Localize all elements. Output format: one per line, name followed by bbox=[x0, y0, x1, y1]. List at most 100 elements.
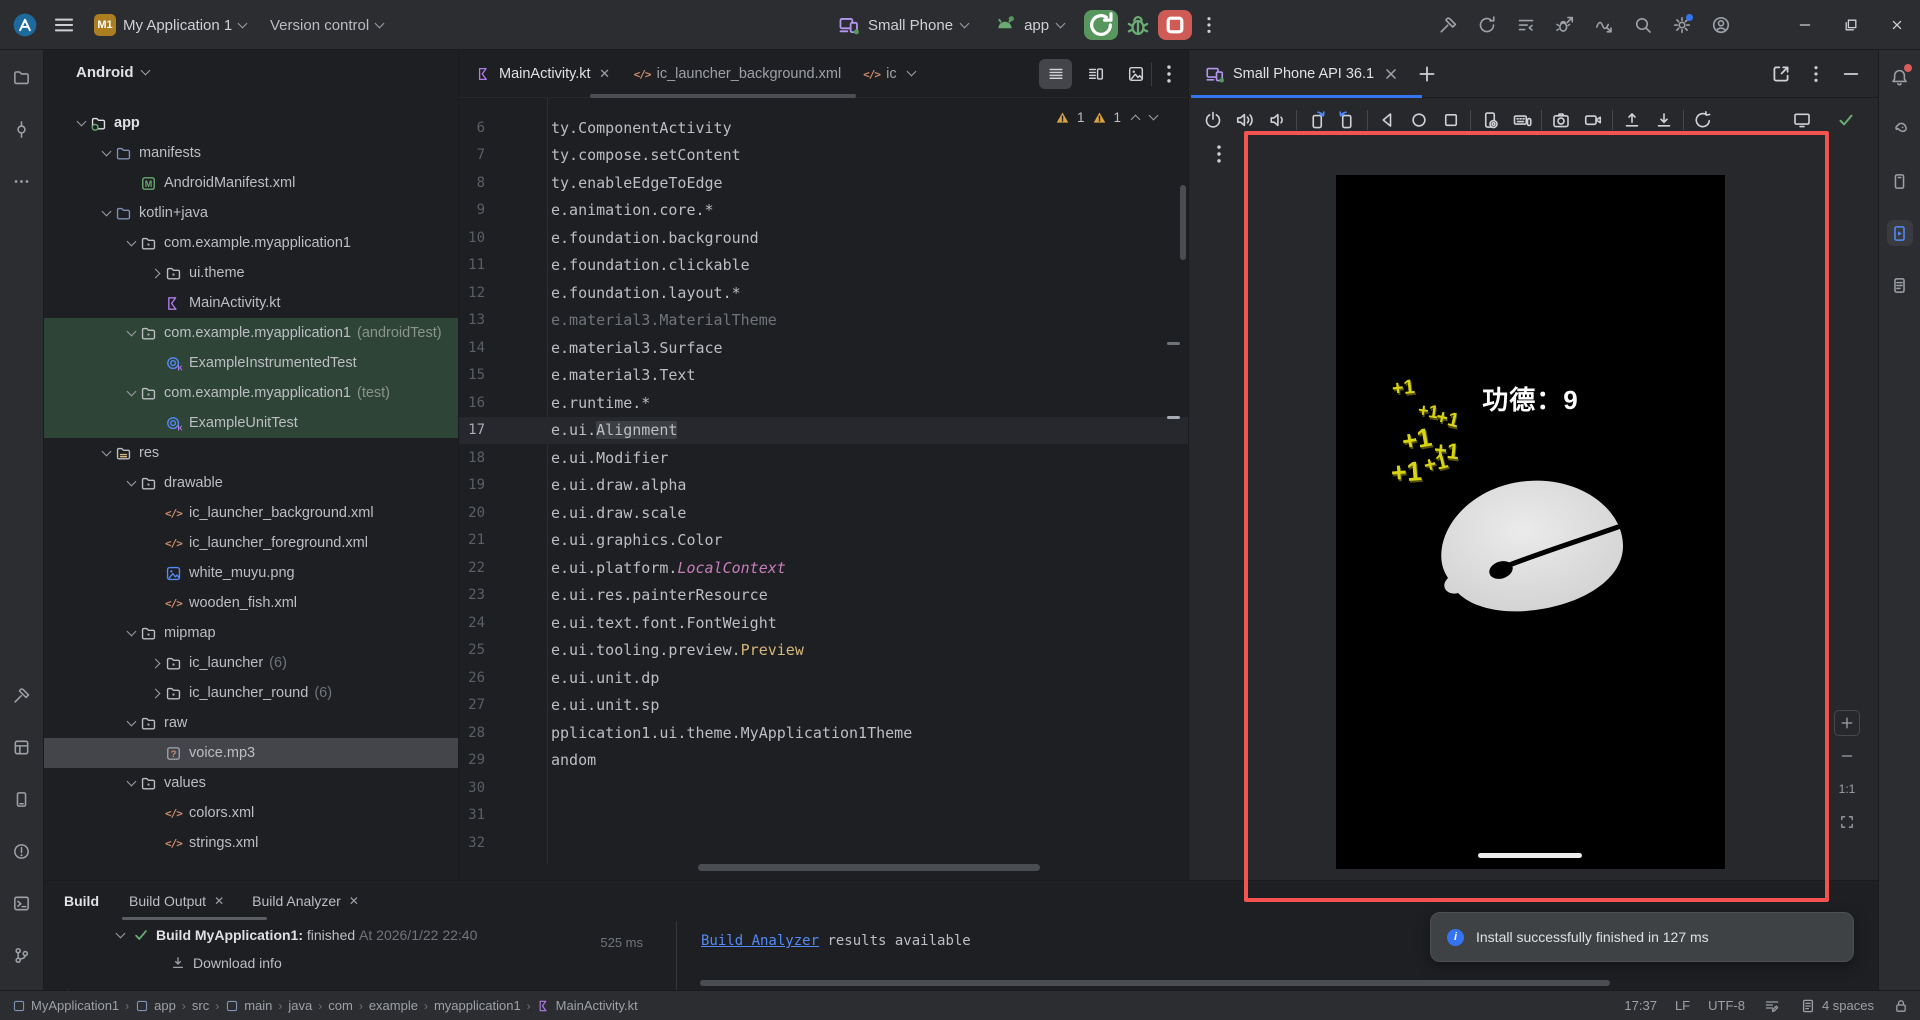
chevron-down-icon[interactable] bbox=[126, 236, 136, 246]
tab-build-output[interactable]: Build Output ✕ bbox=[115, 881, 238, 921]
code-line-19[interactable]: 19e.ui.draw.alpha bbox=[459, 472, 1188, 500]
breadcrumb-mainactivity-kt[interactable]: MainActivity.kt bbox=[537, 998, 638, 1013]
editor-tab-ic-launcher-background-xml[interactable]: </>ic_launcher_background.xml bbox=[623, 50, 853, 97]
code-line-25[interactable]: 25e.ui.tooling.preview.Preview bbox=[459, 637, 1188, 665]
code-line-16[interactable]: 16e.runtime.* bbox=[459, 389, 1188, 417]
chevron-down-icon[interactable] bbox=[126, 626, 136, 636]
chevron-down-icon[interactable] bbox=[101, 446, 111, 456]
main-menu-button[interactable] bbox=[52, 13, 76, 37]
code-line-17[interactable]: 17e.ui.Alignment bbox=[459, 417, 1188, 445]
tree-item-manifests[interactable]: manifests bbox=[44, 138, 458, 168]
todo-list-icon[interactable] bbox=[1511, 10, 1541, 40]
code-line-21[interactable]: 21e.ui.graphics.Color bbox=[459, 527, 1188, 555]
pull-file-icon[interactable] bbox=[1648, 104, 1680, 136]
code-line-12[interactable]: 12e.foundation.layout.* bbox=[459, 279, 1188, 307]
wooden-fish-image[interactable] bbox=[1428, 475, 1628, 615]
device-selector[interactable]: Small Phone bbox=[868, 17, 953, 34]
indent-size[interactable]: 4 spaces bbox=[1799, 997, 1874, 1015]
code-line-31[interactable]: 31 bbox=[459, 802, 1188, 830]
close-icon[interactable]: ✕ bbox=[598, 66, 612, 82]
close-device-tab-button[interactable] bbox=[1382, 65, 1400, 83]
tree-item-ic-launcher-background-xml[interactable]: </>ic_launcher_background.xml bbox=[44, 498, 458, 528]
tree-item-voice-mp3[interactable]: ?voice.mp3 bbox=[44, 738, 458, 768]
code-line-13[interactable]: 13e.material3.MaterialTheme bbox=[459, 307, 1188, 335]
chevron-down-icon[interactable] bbox=[126, 716, 136, 726]
editor-tab-mainactivity-kt[interactable]: MainActivity.kt✕ bbox=[465, 50, 623, 97]
volume-up-icon[interactable] bbox=[1229, 104, 1261, 136]
code-line-14[interactable]: 14e.material3.Surface bbox=[459, 334, 1188, 362]
snapshots-icon[interactable] bbox=[1474, 104, 1506, 136]
device-screen[interactable]: 功德：9 +1+1+1+1+1+1+1 bbox=[1336, 175, 1725, 869]
overview-icon[interactable] bbox=[1435, 104, 1467, 136]
readonly-lock-icon[interactable] bbox=[1892, 997, 1910, 1015]
build-result-row[interactable]: Build MyApplication1: finished At 2026/1… bbox=[44, 921, 676, 949]
split-view-button[interactable] bbox=[1079, 59, 1112, 89]
build-analyzer-link[interactable]: Build Analyzer bbox=[701, 933, 819, 949]
code-line-27[interactable]: 27e.ui.unit.sp bbox=[459, 692, 1188, 720]
code-line-30[interactable]: 30 bbox=[459, 774, 1188, 802]
rotate-left-icon[interactable] bbox=[1300, 104, 1332, 136]
code-line-10[interactable]: 10e.foundation.background bbox=[459, 224, 1188, 252]
tree-item-drawable[interactable]: drawable bbox=[44, 468, 458, 498]
project-view-selector[interactable]: Android bbox=[44, 50, 458, 94]
code-view-button[interactable] bbox=[1039, 59, 1072, 89]
tree-item-com-example-myapplication1[interactable]: com.example.myapplication1(androidTest) bbox=[44, 318, 458, 348]
tree-item-ic-launcher-round[interactable]: ic_launcher_round(6) bbox=[44, 678, 458, 708]
code-line-22[interactable]: 22e.ui.platform.LocalContext bbox=[459, 554, 1188, 582]
push-file-icon[interactable] bbox=[1616, 104, 1648, 136]
problems-icon[interactable] bbox=[9, 838, 35, 864]
tree-item-com-example-myapplication1[interactable]: com.example.myapplication1 bbox=[44, 228, 458, 258]
device-explorer-icon[interactable] bbox=[1887, 272, 1913, 298]
breadcrumb-java[interactable]: java bbox=[288, 998, 312, 1013]
zoom-out-button[interactable] bbox=[1834, 743, 1860, 769]
tree-item-exampleinstrumentedtest[interactable]: KExampleInstrumentedTest bbox=[44, 348, 458, 378]
breadcrumb-com[interactable]: com bbox=[328, 998, 353, 1013]
running-devices-icon[interactable] bbox=[1887, 220, 1913, 246]
breadcrumb-app[interactable]: app bbox=[135, 998, 176, 1013]
open-in-new-window-button[interactable] bbox=[1770, 63, 1792, 85]
breadcrumb-myapplication1[interactable]: myapplication1 bbox=[434, 998, 521, 1013]
tab-build-analyzer[interactable]: Build Analyzer ✕ bbox=[238, 881, 373, 921]
stop-button[interactable] bbox=[1158, 10, 1192, 40]
volume-down-icon[interactable] bbox=[1261, 104, 1293, 136]
tree-item-ic-launcher-foreground-xml[interactable]: </>ic_launcher_foreground.xml bbox=[44, 528, 458, 558]
close-window-button[interactable] bbox=[1874, 0, 1920, 50]
more-run-options-button[interactable] bbox=[1198, 14, 1220, 36]
tree-item-exampleunittest[interactable]: KExampleUnitTest bbox=[44, 408, 458, 438]
breadcrumb-src[interactable]: src bbox=[192, 998, 209, 1013]
fit-to-window-button[interactable] bbox=[1834, 809, 1860, 835]
chevron-right-icon[interactable] bbox=[150, 688, 160, 698]
screenshot-icon[interactable] bbox=[1545, 104, 1577, 136]
code-line-9[interactable]: 9e.animation.core.* bbox=[459, 197, 1188, 225]
code-line-20[interactable]: 20e.ui.draw.scale bbox=[459, 499, 1188, 527]
editor-tab-ic[interactable]: </>ic bbox=[852, 50, 925, 97]
version-control-icon[interactable] bbox=[9, 942, 35, 968]
device-tab-label[interactable]: Small Phone API 36.1 bbox=[1233, 66, 1374, 82]
tree-item-white-muyu-png[interactable]: white_muyu.png bbox=[44, 558, 458, 588]
file-encoding[interactable]: UTF-8 bbox=[1708, 998, 1745, 1013]
add-device-tab-button[interactable] bbox=[1416, 63, 1438, 85]
chevron-down-icon[interactable] bbox=[101, 206, 111, 216]
chevron-down-icon[interactable] bbox=[906, 67, 916, 77]
code-line-28[interactable]: 28pplication1.ui.theme.MyApplication1The… bbox=[459, 719, 1188, 747]
breadcrumb-myapplication1[interactable]: MyApplication1 bbox=[12, 998, 119, 1013]
code-line-11[interactable]: 11e.foundation.clickable bbox=[459, 252, 1188, 280]
tree-item-mainactivity-kt[interactable]: MainActivity.kt bbox=[44, 288, 458, 318]
more-icon[interactable] bbox=[9, 168, 35, 194]
notifications-icon[interactable] bbox=[1887, 64, 1913, 90]
chevron-right-icon[interactable] bbox=[150, 268, 160, 278]
code-line-15[interactable]: 15e.material3.Text bbox=[459, 362, 1188, 390]
attach-debugger-icon[interactable] bbox=[1550, 10, 1580, 40]
editor-horizontal-scrollbar[interactable] bbox=[698, 864, 1040, 871]
zoom-in-button[interactable] bbox=[1834, 710, 1860, 736]
chevron-down-icon[interactable] bbox=[126, 776, 136, 786]
tree-item-values[interactable]: values bbox=[44, 768, 458, 798]
previous-issue-button[interactable] bbox=[1131, 115, 1141, 125]
caret-position[interactable]: 17:37 bbox=[1624, 998, 1657, 1013]
next-issue-button[interactable] bbox=[1149, 111, 1159, 121]
code-line-23[interactable]: 23e.ui.res.painterResource bbox=[459, 582, 1188, 610]
code-area[interactable]: 6ty.ComponentActivity7ty.compose.setCont… bbox=[459, 98, 1188, 880]
project-selector-button[interactable]: M1 My Application 1 bbox=[86, 8, 254, 42]
close-icon[interactable]: ✕ bbox=[349, 894, 359, 908]
account-icon[interactable] bbox=[1706, 10, 1736, 40]
